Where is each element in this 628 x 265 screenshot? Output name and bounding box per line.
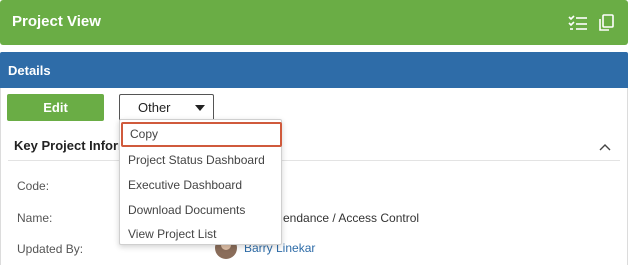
section-divider: [8, 160, 620, 161]
caret-down-icon: [195, 105, 205, 111]
checklist-icon[interactable]: [568, 14, 588, 32]
menu-item-project-status-dashboard[interactable]: Project Status Dashboard: [120, 148, 281, 172]
other-dropdown-menu: Copy Project Status Dashboard Executive …: [119, 119, 282, 245]
other-dropdown-button[interactable]: Other: [119, 94, 214, 121]
updated-by-label: Updated By:: [17, 242, 84, 256]
project-view-header: Project View: [0, 0, 628, 45]
chevron-up-icon[interactable]: [598, 139, 612, 151]
details-bar: Details: [0, 52, 628, 88]
menu-item-view-project-list[interactable]: View Project List: [120, 222, 281, 246]
menu-item-download-documents[interactable]: Download Documents: [120, 198, 281, 222]
menu-item-copy[interactable]: Copy: [121, 122, 282, 147]
name-value: endance / Access Control: [283, 211, 420, 225]
edit-button[interactable]: Edit: [7, 94, 104, 121]
other-label: Other: [138, 100, 171, 115]
copy-icon[interactable]: [596, 14, 616, 32]
name-label: Name:: [17, 211, 53, 225]
code-label: Code:: [17, 179, 50, 193]
menu-item-executive-dashboard[interactable]: Executive Dashboard: [120, 173, 281, 197]
details-title: Details: [8, 63, 51, 78]
section-title: Key Project Inform: [14, 138, 130, 153]
page-title: Project View: [12, 13, 101, 30]
